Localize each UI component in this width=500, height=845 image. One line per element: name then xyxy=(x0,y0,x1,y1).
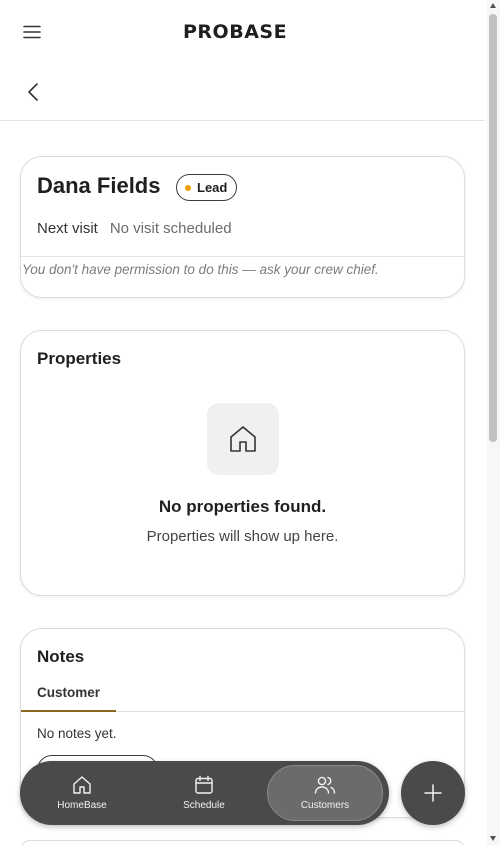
users-icon xyxy=(314,776,336,794)
scroll-up-arrow-icon[interactable] xyxy=(490,3,496,8)
nav-customers-label: Customers xyxy=(300,800,350,811)
customer-name: Dana Fields xyxy=(37,173,161,198)
nav-schedule-label: Schedule xyxy=(183,800,225,811)
status-badge: Lead xyxy=(176,174,238,201)
next-visit-label: Next visit xyxy=(37,220,98,237)
nav-homebase-label: HomeBase xyxy=(57,800,107,811)
status-dot-icon xyxy=(185,184,191,191)
notes-tabs: Customer xyxy=(21,685,464,712)
properties-card: Properties No properties found. Properti… xyxy=(20,330,465,596)
nav-customers[interactable]: Customers xyxy=(267,765,383,821)
house-icon xyxy=(207,403,279,475)
back-row xyxy=(0,62,485,121)
properties-title: Properties xyxy=(37,349,122,368)
permission-note: You don't have permission to do this — a… xyxy=(22,262,379,277)
scrollbar-thumb[interactable] xyxy=(489,14,497,442)
add-fab-button[interactable] xyxy=(401,761,465,825)
hamburger-menu-icon[interactable] xyxy=(20,20,44,44)
bottom-nav: HomeBase Schedule Customers xyxy=(20,761,389,825)
tab-customer[interactable]: Customer xyxy=(21,685,117,712)
next-visit-value: No visit scheduled xyxy=(109,220,232,237)
logo-text: PROBASE xyxy=(183,21,288,43)
next-card xyxy=(20,840,465,845)
nav-schedule[interactable]: Schedule xyxy=(146,765,262,821)
probase-logo[interactable]: PROBASE xyxy=(183,20,305,44)
calendar-icon xyxy=(195,775,213,794)
empty-properties-title: No properties found. xyxy=(158,497,327,516)
scroll-down-arrow-icon[interactable] xyxy=(490,836,496,841)
home-icon xyxy=(73,776,91,794)
empty-properties-subtitle: Properties will show up here. xyxy=(146,528,339,545)
top-bar: PROBASE xyxy=(0,0,485,62)
empty-notes-text: No notes yet. xyxy=(37,726,117,741)
status-label: Lead xyxy=(197,180,228,195)
next-visit-row: Next visit No visit scheduled xyxy=(37,220,232,237)
customer-card: Dana Fields Lead Next visit No visit sch… xyxy=(20,156,465,298)
divider xyxy=(21,256,464,257)
scrollbar[interactable] xyxy=(487,0,500,845)
nav-homebase[interactable]: HomeBase xyxy=(24,765,140,821)
plus-icon xyxy=(424,784,442,802)
notes-title: Notes xyxy=(37,647,85,666)
chevron-left-icon[interactable] xyxy=(22,81,44,103)
